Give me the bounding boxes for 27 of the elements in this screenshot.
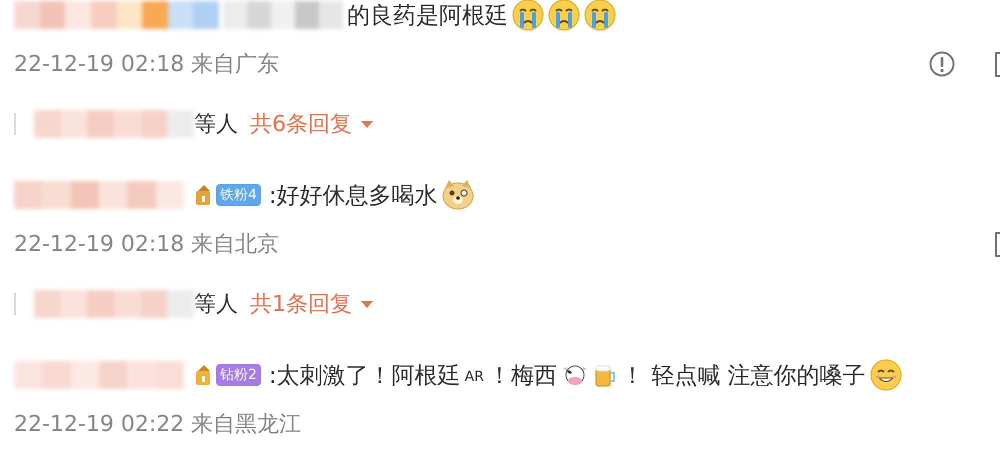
smiling-face-icon bbox=[870, 359, 902, 391]
comment-text: :太刺激了！阿根廷 bbox=[268, 362, 461, 390]
dog-face-icon bbox=[442, 179, 474, 211]
crying-face-icon bbox=[512, 0, 544, 31]
reply-users-text: 等人 bbox=[194, 291, 238, 319]
comment-text: 的良药是阿根廷 bbox=[347, 2, 508, 30]
comment-text: :好好休息多喝水 bbox=[268, 182, 438, 210]
fan-badge-icon bbox=[194, 363, 212, 387]
beer-mug-icon bbox=[592, 363, 617, 387]
crying-face-icon bbox=[548, 0, 580, 31]
crying-face-icon bbox=[584, 0, 616, 31]
fan-badge-icon bbox=[194, 183, 212, 207]
replies-link[interactable]: 共6条回复 bbox=[250, 109, 352, 139]
comment-text: AR bbox=[464, 368, 484, 385]
fan-badge: 铁粉4 bbox=[216, 184, 261, 206]
caret-icon bbox=[360, 119, 374, 129]
reply-users-text: 等人 bbox=[194, 111, 238, 139]
comment-meta: 22-12-19 02:18 来自北京 bbox=[14, 231, 280, 259]
comment-meta: 22-12-19 02:22 来自黑龙江 bbox=[14, 411, 302, 439]
cow-face-icon bbox=[560, 363, 589, 387]
comment-text: ！ 轻点喊 注意你的嗓子 bbox=[620, 362, 866, 390]
report-icon bbox=[929, 51, 955, 77]
caret-icon bbox=[360, 299, 374, 309]
comment-meta: 22-12-19 02:18 来自广东 bbox=[14, 51, 280, 79]
replies-link[interactable]: 共1条回复 bbox=[250, 289, 352, 319]
fan-badge: 钻粉2 bbox=[216, 364, 261, 386]
comment-text: ！梅西 bbox=[488, 362, 557, 390]
